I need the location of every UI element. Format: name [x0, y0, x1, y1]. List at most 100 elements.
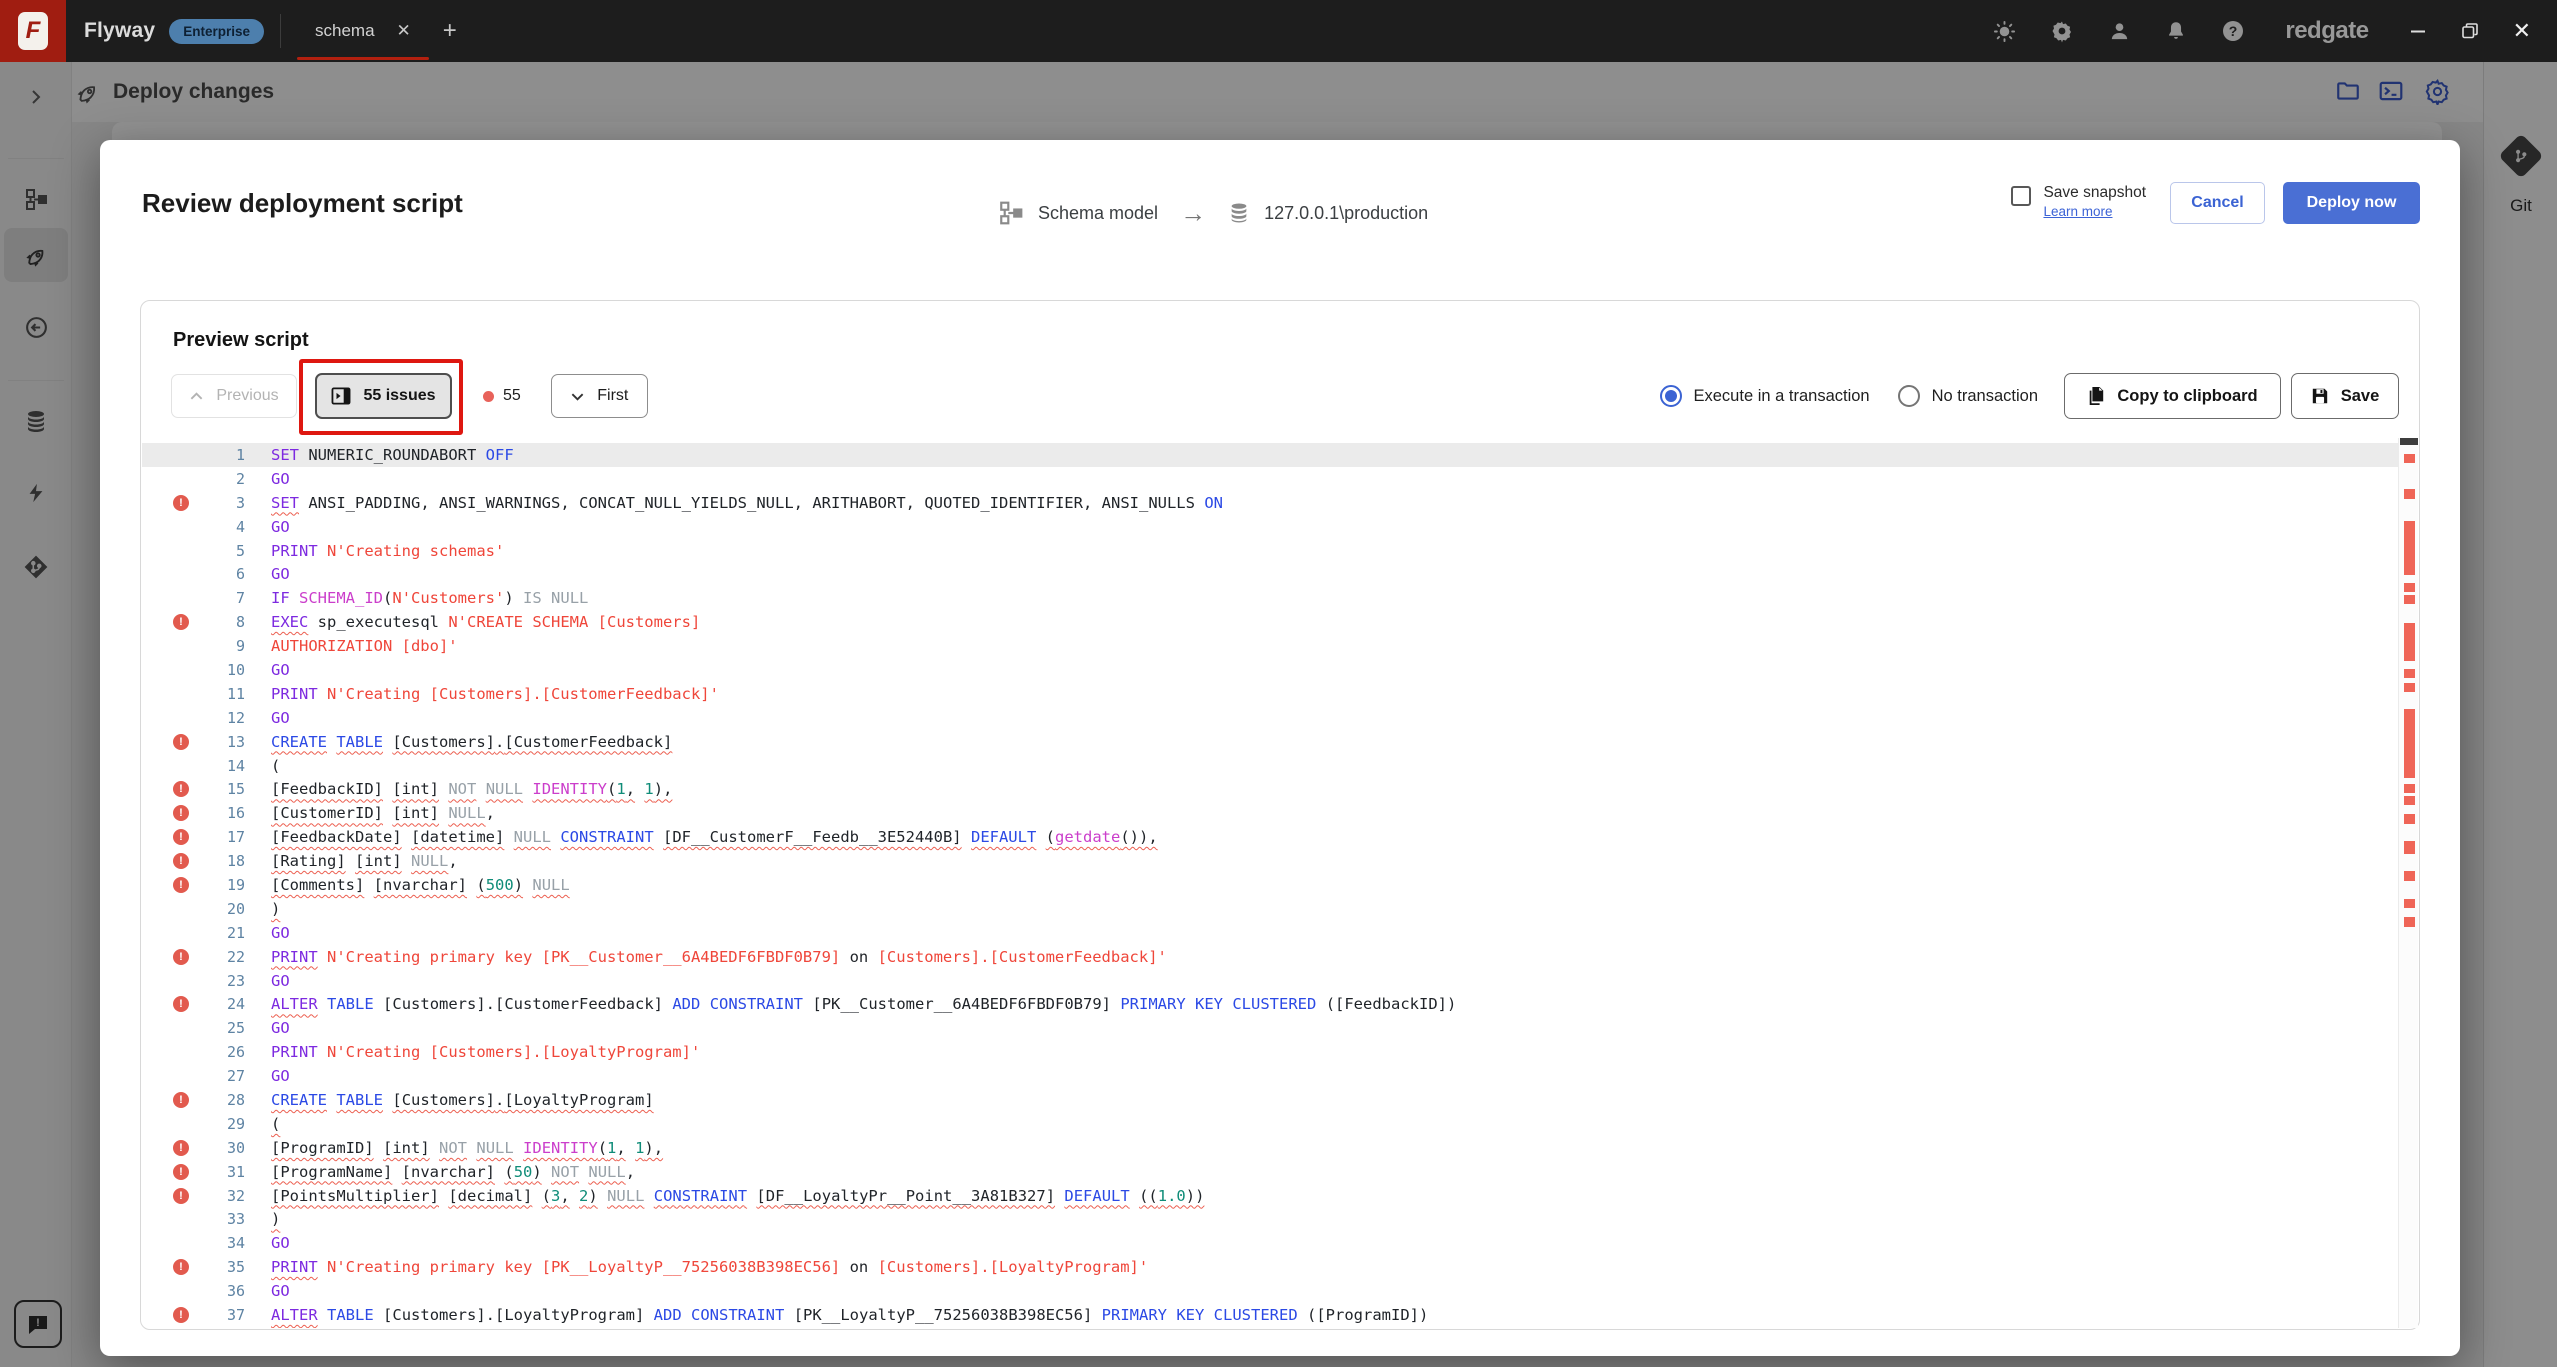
radio-execute-in-transaction[interactable]: [1660, 385, 1682, 407]
code-line[interactable]: !8EXEC sp_executesql N'CREATE SCHEMA [Cu…: [142, 610, 2398, 634]
error-icon[interactable]: !: [173, 1259, 189, 1275]
code-line[interactable]: 5PRINT N'Creating schemas': [142, 539, 2398, 563]
tab-schema[interactable]: schema ✕: [315, 0, 411, 62]
radio-no-transaction[interactable]: [1898, 385, 1920, 407]
error-icon[interactable]: !: [173, 1164, 189, 1180]
error-icon[interactable]: !: [173, 996, 189, 1012]
error-icon[interactable]: !: [173, 614, 189, 630]
error-icon[interactable]: !: [173, 829, 189, 845]
code-line[interactable]: 7IF SCHEMA_ID(N'Customers') IS NULL: [142, 586, 2398, 610]
titlebar: F Flyway Enterprise schema ✕ + ? redgate…: [0, 0, 2557, 62]
minimize-button[interactable]: [2409, 22, 2427, 40]
help-icon[interactable]: ?: [2221, 19, 2245, 43]
code-line[interactable]: 34GO: [142, 1231, 2398, 1255]
code-line[interactable]: 21GO: [142, 921, 2398, 945]
code-line[interactable]: !28CREATE TABLE [Customers].[LoyaltyProg…: [142, 1088, 2398, 1112]
save-script-button[interactable]: Save: [2291, 373, 2399, 419]
error-icon[interactable]: !: [173, 949, 189, 965]
code-line[interactable]: !13CREATE TABLE [Customers].[CustomerFee…: [142, 730, 2398, 754]
code-line[interactable]: !16[CustomerID] [int] NULL,: [142, 801, 2398, 825]
code-line[interactable]: 20): [142, 897, 2398, 921]
code-line[interactable]: 23GO: [142, 969, 2398, 993]
code-line[interactable]: !30[ProgramID] [int] NOT NULL IDENTITY(1…: [142, 1136, 2398, 1160]
line-number: 26: [200, 1043, 245, 1061]
issue-ruler-mark[interactable]: [2404, 454, 2415, 463]
issue-ruler-mark[interactable]: [2404, 796, 2415, 805]
code-line[interactable]: 6GO: [142, 562, 2398, 586]
code-line[interactable]: !35PRINT N'Creating primary key [PK__Loy…: [142, 1255, 2398, 1279]
error-icon[interactable]: !: [173, 781, 189, 797]
issue-ruler-mark[interactable]: [2404, 583, 2415, 592]
issue-ruler-mark[interactable]: [2404, 899, 2415, 908]
code-editor[interactable]: 1SET NUMERIC_ROUNDABORT OFF2GO!3SET ANSI…: [142, 438, 2398, 1328]
issue-ruler-mark[interactable]: [2404, 623, 2415, 661]
learn-more-link[interactable]: Learn more: [2043, 204, 2146, 219]
error-icon[interactable]: !: [173, 734, 189, 750]
line-number: 31: [200, 1163, 245, 1181]
code-line[interactable]: 2GO: [142, 467, 2398, 491]
save-snapshot-checkbox[interactable]: [2011, 186, 2031, 206]
code-line[interactable]: !18[Rating] [int] NULL,: [142, 849, 2398, 873]
code-line[interactable]: !3SET ANSI_PADDING, ANSI_WARNINGS, CONCA…: [142, 491, 2398, 515]
issues-button[interactable]: 55 issues: [315, 373, 452, 419]
error-icon[interactable]: !: [173, 1307, 189, 1323]
user-icon[interactable]: [2108, 20, 2131, 43]
issue-ruler-mark[interactable]: [2404, 489, 2415, 499]
error-icon[interactable]: !: [173, 853, 189, 869]
code-line[interactable]: !24ALTER TABLE [Customers].[CustomerFeed…: [142, 992, 2398, 1016]
issue-ruler-mark[interactable]: [2404, 871, 2415, 881]
code-line[interactable]: 10GO: [142, 658, 2398, 682]
error-icon[interactable]: !: [173, 495, 189, 511]
notifications-bell-icon[interactable]: [2165, 20, 2187, 42]
issue-ruler-mark[interactable]: [2404, 521, 2415, 575]
code-line[interactable]: 9AUTHORIZATION [dbo]': [142, 634, 2398, 658]
tab-close-icon[interactable]: ✕: [397, 21, 411, 41]
code-line[interactable]: !19[Comments] [nvarchar] (500) NULL: [142, 873, 2398, 897]
settings-gear-icon[interactable]: [2050, 19, 2074, 43]
code-line[interactable]: 26PRINT N'Creating [Customers].[LoyaltyP…: [142, 1040, 2398, 1064]
code-line[interactable]: 11PRINT N'Creating [Customers].[Customer…: [142, 682, 2398, 706]
code-line[interactable]: 36GO: [142, 1279, 2398, 1303]
copy-to-clipboard-button[interactable]: Copy to clipboard: [2064, 373, 2281, 419]
code-line[interactable]: 14(: [142, 754, 2398, 778]
code-line[interactable]: !37ALTER TABLE [Customers].[LoyaltyProgr…: [142, 1303, 2398, 1327]
line-number: 5: [200, 542, 245, 560]
issue-ruler-mark[interactable]: [2404, 709, 2415, 778]
error-icon[interactable]: !: [173, 805, 189, 821]
code-line[interactable]: !15[FeedbackID] [int] NOT NULL IDENTITY(…: [142, 777, 2398, 801]
issue-ruler-mark[interactable]: [2404, 784, 2415, 793]
code-line[interactable]: !17[FeedbackDate] [datetime] NULL CONSTR…: [142, 825, 2398, 849]
issue-ruler-mark[interactable]: [2404, 669, 2415, 678]
restore-button[interactable]: [2461, 22, 2479, 40]
code-line[interactable]: !32[PointsMultiplier] [decimal] (3, 2) N…: [142, 1184, 2398, 1208]
radio-execute-label: Execute in a transaction: [1694, 387, 1870, 406]
error-icon[interactable]: !: [173, 877, 189, 893]
error-icon[interactable]: !: [173, 1188, 189, 1204]
issue-ruler-mark[interactable]: [2404, 595, 2415, 604]
code-line[interactable]: 29(: [142, 1112, 2398, 1136]
theme-toggle-icon[interactable]: [1993, 20, 2016, 43]
app-name: Flyway: [84, 19, 155, 43]
close-button[interactable]: ✕: [2513, 18, 2531, 44]
deploy-now-button[interactable]: Deploy now: [2283, 182, 2420, 224]
scrollbar-overview-ruler[interactable]: [2398, 438, 2418, 1328]
code-line[interactable]: !22PRINT N'Creating primary key [PK__Cus…: [142, 945, 2398, 969]
cancel-button[interactable]: Cancel: [2170, 182, 2265, 224]
error-icon[interactable]: !: [173, 1140, 189, 1156]
previous-issue-button[interactable]: Previous: [171, 374, 297, 418]
scrollbar-thumb[interactable]: [2400, 438, 2418, 445]
code-line[interactable]: !31[ProgramName] [nvarchar] (50) NOT NUL…: [142, 1160, 2398, 1184]
new-tab-button[interactable]: +: [443, 17, 457, 45]
issue-ruler-mark[interactable]: [2404, 683, 2415, 692]
code-line[interactable]: 1SET NUMERIC_ROUNDABORT OFF: [142, 443, 2398, 467]
code-line[interactable]: 25GO: [142, 1016, 2398, 1040]
code-line[interactable]: 4GO: [142, 515, 2398, 539]
issue-ruler-mark[interactable]: [2404, 841, 2415, 854]
error-icon[interactable]: !: [173, 1092, 189, 1108]
code-line[interactable]: 12GO: [142, 706, 2398, 730]
issue-ruler-mark[interactable]: [2404, 917, 2415, 927]
issue-ruler-mark[interactable]: [2404, 814, 2415, 824]
code-line[interactable]: 33): [142, 1208, 2398, 1232]
first-issue-dropdown[interactable]: First: [551, 374, 648, 418]
code-line[interactable]: 27GO: [142, 1064, 2398, 1088]
